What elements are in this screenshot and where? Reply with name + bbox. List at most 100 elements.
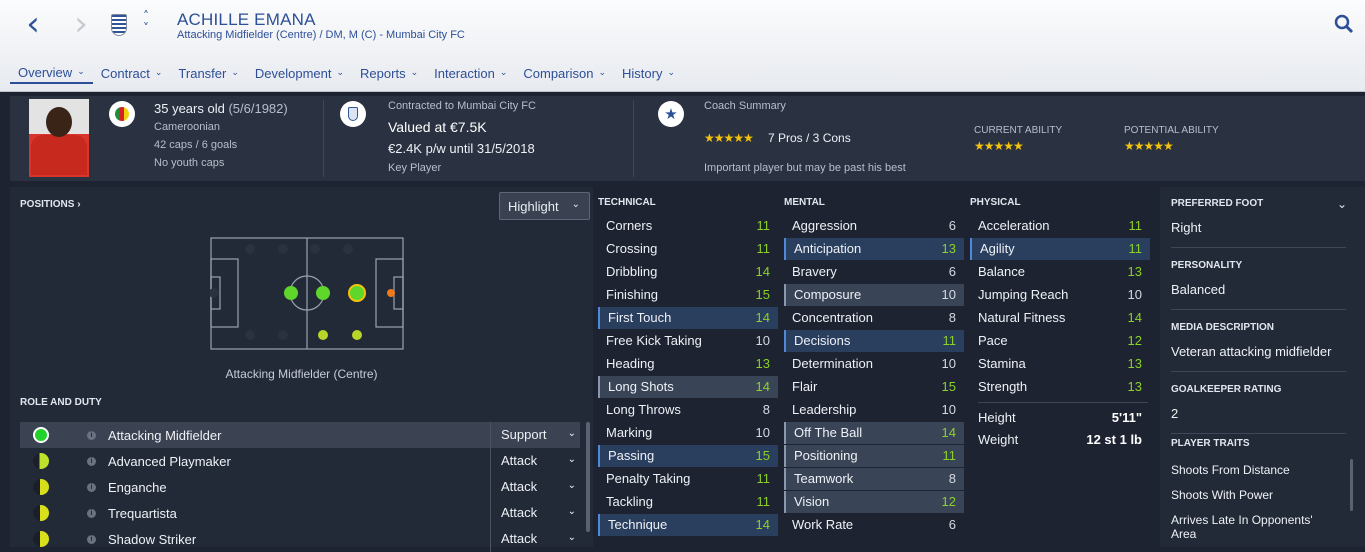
player-wage: €2.4K p/w until 31/5/2018 [388,141,535,156]
title-bar: ‹ › ˄ ˅ ACHILLE EMANA Attacking Midfielde… [0,0,1365,92]
nation-flag-icon[interactable] [109,101,135,127]
attribute-row[interactable]: Heading 13 [598,353,778,375]
tab-label: Reports [360,65,406,81]
attribute-row[interactable]: Pace 12 [970,330,1150,352]
positions-label[interactable]: POSITIONS › [20,199,81,210]
role-duty-label: ROLE AND DUTY [20,397,102,408]
attribute-row[interactable]: Off The Ball 14 [784,422,964,444]
attribute-row[interactable]: Passing 15 [598,445,778,467]
attribute-row[interactable]: Vision 12 [784,491,964,513]
attribute-row[interactable]: Agility 11 [970,238,1150,260]
role-row[interactable]: i Shadow Striker Attack ⌄ [20,526,580,552]
nationality: Cameroonian [154,121,221,133]
attribute-value: 14 [1127,310,1142,325]
duty-dropdown[interactable]: Attack ⌄ [490,526,588,552]
role-suitability-icon [33,505,49,521]
attribute-row[interactable]: Bravery 6 [784,261,964,283]
info-icon[interactable]: i [87,508,96,518]
club-badge-icon[interactable] [340,101,366,127]
player-position-club[interactable]: Attacking Midfielder (Centre) / DM, M (C… [177,29,465,41]
attribute-value: 11 [756,241,771,256]
role-suitability-icon [33,531,49,547]
duty-dropdown[interactable]: Attack ⌄ [490,474,588,500]
roles-scrollbar[interactable] [586,422,590,532]
tab-contract[interactable]: Contract ⌄ [93,62,171,84]
forward-arrow-icon[interactable]: › [66,7,96,42]
role-row[interactable]: i Trequartista Attack ⌄ [20,500,580,526]
attribute-row[interactable]: Work Rate 6 [784,514,964,536]
attribute-row[interactable]: Positioning 11 [784,445,964,467]
attribute-row[interactable]: Technique 14 [598,514,778,536]
attribute-row[interactable]: Determination 10 [784,353,964,375]
highlight-dropdown[interactable]: Highlight ⌄ [499,192,590,220]
role-row[interactable]: i Enganche Attack ⌄ [20,474,580,500]
attribute-row[interactable]: Penalty Taking 11 [598,468,778,490]
attribute-row[interactable]: Concentration 8 [784,307,964,329]
role-name: Attacking Midfielder [108,427,222,443]
traits-scrollbar[interactable] [1350,459,1353,511]
attribute-row[interactable]: Balance 13 [970,261,1150,283]
tab-development[interactable]: Development ⌄ [247,62,352,84]
player-switch-arrows-icon[interactable]: ˄ ˅ [139,10,153,34]
attribute-name: Tackling [606,494,653,509]
personality: Balanced [1171,282,1226,297]
role-row[interactable]: i Attacking Midfielder Support ⌄ [20,422,580,448]
info-icon[interactable]: i [87,482,96,492]
attribute-row[interactable]: Strength 13 [970,376,1150,398]
attribute-row[interactable]: Free Kick Taking 10 [598,330,778,352]
attribute-row[interactable]: Dribbling 14 [598,261,778,283]
tab-transfer[interactable]: Transfer ⌄ [170,62,246,84]
info-icon[interactable]: i [87,534,96,544]
attribute-row[interactable]: Leadership 10 [784,399,964,421]
attribute-row[interactable]: Jumping Reach 10 [970,284,1150,306]
contract-club[interactable]: Contracted to Mumbai City FC [388,100,536,112]
club-crest-icon[interactable] [111,14,127,36]
role-name: Advanced Playmaker [108,453,231,469]
attribute-row[interactable]: Teamwork 8 [784,468,964,490]
attribute-row[interactable]: Natural Fitness 14 [970,307,1150,329]
pros-cons[interactable]: 7 Pros / 3 Cons [768,131,851,145]
tab-overview[interactable]: Overview ⌄ [10,62,93,84]
attribute-row[interactable]: Flair 15 [784,376,964,398]
duty-dropdown[interactable]: Support ⌄ [490,422,588,448]
attribute-value: 14 [755,310,770,325]
attribute-row[interactable]: Marking 10 [598,422,778,444]
chevron-down-icon: ⌄ [410,68,419,78]
pitch-diagram[interactable] [210,237,404,352]
attribute-row[interactable]: Aggression 6 [784,215,964,237]
attribute-row[interactable]: Stamina 13 [970,353,1150,375]
attribute-row[interactable]: First Touch 14 [598,307,778,329]
attribute-row[interactable]: Anticipation 13 [784,238,964,260]
tab-reports[interactable]: Reports ⌄ [352,62,426,84]
attribute-value: 11 [1128,241,1143,256]
chevron-down-icon[interactable]: ⌄ [1337,197,1347,211]
attribute-row[interactable]: Tackling 11 [598,491,778,513]
tab-comparison[interactable]: Comparison ⌄ [515,62,614,84]
search-icon[interactable] [1334,14,1354,34]
attribute-row[interactable]: Long Throws 8 [598,399,778,421]
attribute-row[interactable]: Corners 11 [598,215,778,237]
divider [1171,371,1346,372]
info-icon[interactable]: i [87,430,96,440]
attribute-row[interactable]: Acceleration 11 [970,215,1150,237]
role-row[interactable]: i Advanced Playmaker Attack ⌄ [20,448,580,474]
attribute-name: Bravery [792,264,837,279]
duty-dropdown[interactable]: Attack ⌄ [490,500,588,526]
attribute-row[interactable]: Composure 10 [784,284,964,306]
duty-dropdown[interactable]: Attack ⌄ [490,448,588,474]
attribute-row[interactable]: Finishing 15 [598,284,778,306]
player-trait: Shoots From Distance [1171,463,1290,477]
attribute-name: Long Throws [606,402,681,417]
attribute-row[interactable]: Decisions 11 [784,330,964,352]
back-arrow-icon[interactable]: ‹ [18,7,48,42]
goalkeeper-rating-label: GOALKEEPER RATING [1171,384,1282,395]
divider [323,100,324,177]
info-icon[interactable]: i [87,456,96,466]
tab-history[interactable]: History ⌄ [614,62,683,84]
attribute-row[interactable]: Long Shots 14 [598,376,778,398]
tab-label: Interaction [434,65,495,81]
player-age: 35 years old (5/6/1982) [154,101,288,116]
attribute-row[interactable]: Crossing 11 [598,238,778,260]
tab-interaction[interactable]: Interaction ⌄ [426,62,515,84]
player-info-panel: PREFERRED FOOT ⌄ Right PERSONALITY Balan… [1160,187,1365,547]
